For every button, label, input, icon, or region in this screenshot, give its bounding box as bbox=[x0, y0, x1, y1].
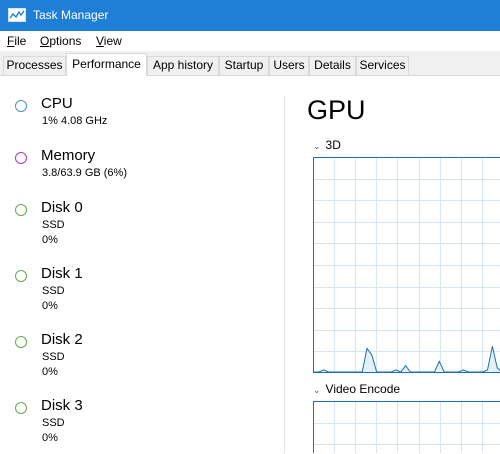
sidebar-item-detail: 3.8/63.9 GB (6%) bbox=[42, 167, 127, 179]
tab-details[interactable]: Details bbox=[309, 56, 356, 75]
tab-strip: Processes Performance App history Startu… bbox=[0, 51, 500, 76]
graph-label-3d: 3D bbox=[325, 138, 341, 152]
sidebar-item-name: Disk 2 bbox=[41, 331, 83, 348]
memory-ring-icon bbox=[15, 152, 27, 164]
sidebar-item-name: Disk 0 bbox=[41, 199, 83, 216]
sidebar-item-disk-2[interactable]: Disk 2 SSD 0% bbox=[0, 328, 283, 388]
disk-ring-icon bbox=[15, 204, 27, 216]
menu-file-label: ile bbox=[14, 34, 27, 48]
tab-app-history[interactable]: App history bbox=[147, 56, 219, 75]
sidebar-item-memory[interactable]: Memory 3.8/63.9 GB (6%) bbox=[0, 144, 283, 204]
resource-sidebar: CPU 1% 4.08 GHz Memory 3.8/63.9 GB (6%) … bbox=[0, 76, 283, 453]
sidebar-item-name: CPU bbox=[41, 95, 73, 112]
sidebar-item-disk-3[interactable]: Disk 3 SSD 0% bbox=[0, 394, 283, 454]
disk-ring-icon bbox=[15, 270, 27, 282]
sidebar-item-type: SSD bbox=[42, 285, 65, 297]
graph-3d bbox=[313, 157, 500, 373]
tab-services[interactable]: Services bbox=[356, 56, 409, 75]
title-bar: Task Manager bbox=[0, 0, 500, 31]
sidebar-item-name: Memory bbox=[41, 147, 96, 164]
menu-view-accesskey: V bbox=[96, 34, 104, 48]
tab-users[interactable]: Users bbox=[269, 56, 309, 75]
graph-label-video-encode: Video Encode bbox=[325, 382, 401, 396]
sidebar-item-name: Disk 1 bbox=[41, 265, 83, 282]
sidebar-item-disk-1[interactable]: Disk 1 SSD 0% bbox=[0, 262, 283, 322]
sidebar-item-type: SSD bbox=[42, 351, 65, 363]
sidebar-item-usage: 0% bbox=[42, 432, 58, 444]
task-manager-icon bbox=[8, 8, 26, 22]
sidebar-item-disk-0[interactable]: Disk 0 SSD 0% bbox=[0, 196, 283, 256]
menu-options[interactable]: Options bbox=[40, 34, 81, 48]
sidebar-item-type: SSD bbox=[42, 417, 65, 429]
menu-view-label: iew bbox=[103, 34, 122, 48]
sidebar-item-detail: 1% 4.08 GHz bbox=[42, 115, 108, 127]
sidebar-item-usage: 0% bbox=[42, 366, 58, 378]
tab-performance[interactable]: Performance bbox=[66, 53, 147, 76]
disk-ring-icon bbox=[15, 402, 27, 414]
window-title: Task Manager bbox=[33, 8, 109, 22]
menu-options-label: ptions bbox=[49, 34, 82, 48]
sidebar-item-cpu[interactable]: CPU 1% 4.08 GHz bbox=[0, 92, 283, 152]
disk-ring-icon bbox=[15, 336, 27, 348]
chevron-down-icon: ⌄ bbox=[313, 385, 321, 395]
chevron-down-icon: ⌄ bbox=[313, 141, 321, 151]
graph-header-3d[interactable]: ⌄ 3D bbox=[313, 138, 341, 152]
tab-processes[interactable]: Processes bbox=[3, 56, 66, 75]
sidebar-item-name: Disk 3 bbox=[41, 397, 83, 414]
cpu-ring-icon bbox=[15, 100, 27, 112]
graph-video-encode bbox=[313, 401, 500, 453]
menu-file[interactable]: File bbox=[7, 34, 26, 48]
sidebar-item-type: SSD bbox=[42, 219, 65, 231]
graph-series-line bbox=[314, 346, 500, 373]
sidebar-item-usage: 0% bbox=[42, 234, 58, 246]
panel-divider[interactable] bbox=[284, 96, 285, 453]
sidebar-item-usage: 0% bbox=[42, 300, 58, 312]
menu-options-accesskey: O bbox=[40, 34, 50, 48]
menu-bar: File Options View bbox=[0, 31, 500, 51]
graph-header-video-encode[interactable]: ⌄ Video Encode bbox=[313, 382, 400, 396]
page-title: GPU bbox=[307, 95, 366, 125]
menu-view[interactable]: View bbox=[96, 34, 122, 48]
tab-startup[interactable]: Startup bbox=[219, 56, 269, 75]
